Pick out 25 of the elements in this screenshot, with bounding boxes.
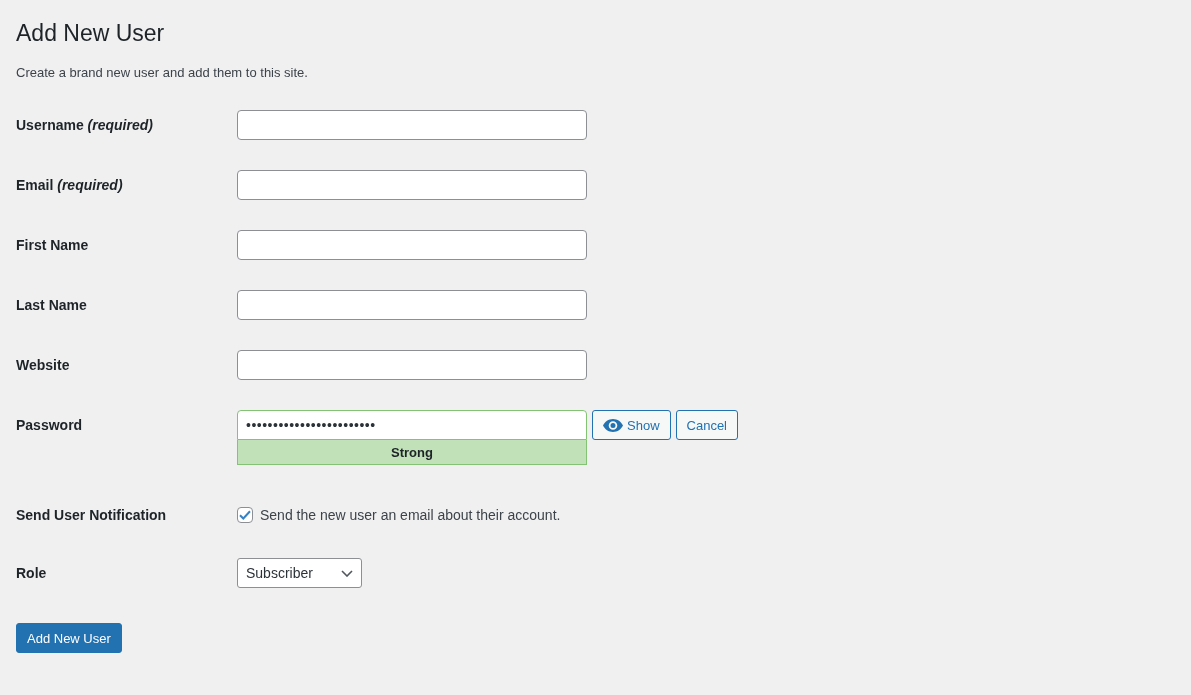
text-input-field[interactable]	[237, 230, 587, 260]
checkbox[interactable]	[237, 507, 253, 523]
field-label: Last Name	[16, 296, 87, 315]
field-label: First Name	[16, 236, 89, 255]
page-title: Add New User	[16, 19, 165, 48]
field-label: Username (required)	[16, 116, 153, 135]
text-input-field[interactable]	[237, 350, 587, 380]
field-label: Password	[16, 416, 83, 435]
password-input-field[interactable]: ••••••••••••••••••••••••	[237, 410, 587, 440]
role-select[interactable]: Subscriber	[237, 558, 362, 588]
field-label: Email (required)	[16, 176, 123, 195]
eye-icon	[603, 418, 623, 432]
checkbox-label: Send the new user an email about their account.	[260, 507, 561, 523]
field-label: Role	[16, 564, 47, 583]
cancel-button[interactable]: Cancel	[675, 410, 738, 440]
show-password-button[interactable]: Show	[592, 410, 671, 440]
text-input-field[interactable]	[237, 290, 587, 320]
page-description: Create a brand new user and add them to this site.	[16, 64, 308, 82]
field-label: Send User Notification	[16, 506, 167, 525]
add-new-user-button[interactable]: Add New User	[16, 623, 122, 653]
text-input-field[interactable]	[237, 170, 587, 200]
password-strength-meter: Strong	[237, 440, 587, 465]
chevron-down-icon	[341, 569, 353, 577]
text-input-field[interactable]	[237, 110, 587, 140]
field-label: Website	[16, 356, 70, 375]
